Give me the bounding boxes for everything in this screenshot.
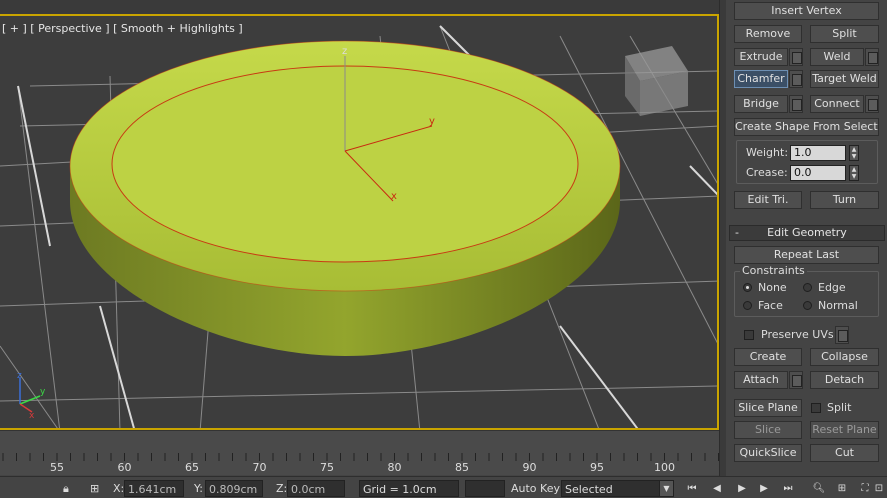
remove-button[interactable]: Remove bbox=[734, 25, 802, 43]
viewport-label[interactable]: [ + ] [ Perspective ] [ Smooth + Highlig… bbox=[2, 22, 243, 35]
next-frame-icon[interactable]: ▶︎ bbox=[755, 480, 773, 497]
grid-size-display: Grid = 1.0cm bbox=[359, 480, 459, 497]
viewport-scene: z y x z y x bbox=[0, 25, 717, 428]
z-coordinate-field[interactable]: 0.0cm bbox=[287, 480, 345, 497]
perspective-viewport[interactable]: z y x z y x [ + ] [ Perspective ] [ Smoo… bbox=[0, 14, 719, 430]
timeline-ruler[interactable]: 55 60 65 70 75 80 85 90 95 100 bbox=[0, 430, 719, 475]
detach-button[interactable]: Detach bbox=[810, 371, 879, 389]
ruler-tick-label: 60 bbox=[117, 461, 132, 474]
insert-vertex-button[interactable]: Insert Vertex bbox=[734, 2, 879, 20]
constraints-label: Constraints bbox=[740, 264, 807, 277]
zoom-all-icon[interactable]: ⊞ bbox=[833, 480, 851, 497]
gizmo-y-label: y bbox=[429, 116, 435, 127]
weld-settings-icon[interactable] bbox=[865, 48, 879, 66]
key-icon[interactable] bbox=[465, 480, 505, 497]
play-icon[interactable]: ▶︎ bbox=[733, 480, 751, 497]
crease-spinner[interactable]: 0.0 bbox=[790, 165, 846, 181]
constraint-none-radio[interactable] bbox=[743, 283, 752, 292]
ruler-ticks bbox=[2, 453, 719, 461]
rollout-collapse-icon: - bbox=[735, 226, 739, 239]
chevron-down-icon: ▼ bbox=[659, 481, 673, 496]
attach-button[interactable]: Attach bbox=[734, 371, 788, 389]
slice-plane-button[interactable]: Slice Plane bbox=[734, 399, 802, 417]
constraint-face-label: Face bbox=[758, 299, 783, 312]
ruler-tick-label: 75 bbox=[320, 461, 334, 474]
axis-tripod-icon: z y x bbox=[17, 371, 46, 421]
auto-key-button[interactable]: Auto Key bbox=[511, 480, 560, 497]
bridge-settings-icon[interactable] bbox=[789, 95, 803, 113]
collapse-button[interactable]: Collapse bbox=[810, 348, 879, 366]
constraint-none-label: None bbox=[758, 281, 787, 294]
rollout-title: Edit Geometry bbox=[767, 226, 847, 239]
crease-spinner-arrows-icon[interactable]: ▲ ▼ bbox=[849, 165, 859, 181]
constraint-edge-label: Edge bbox=[818, 281, 846, 294]
turn-button[interactable]: Turn bbox=[810, 191, 879, 209]
zoom-icon[interactable]: 🔍︎ bbox=[810, 480, 828, 497]
chamfer-button[interactable]: Chamfer bbox=[734, 70, 788, 88]
absolute-mode-icon[interactable]: ⊞ bbox=[90, 480, 99, 497]
quickslice-button[interactable]: QuickSlice bbox=[734, 444, 802, 462]
slice-button[interactable]: Slice bbox=[734, 421, 802, 439]
x-coordinate-field[interactable]: 1.641cm bbox=[124, 480, 184, 497]
connect-settings-icon[interactable] bbox=[865, 95, 879, 113]
ruler-tick-label: 95 bbox=[590, 461, 604, 474]
command-panel: Insert Vertex Remove Split Extrude Weld … bbox=[726, 0, 887, 476]
ruler-tick-label: 90 bbox=[522, 461, 537, 474]
create-button[interactable]: Create bbox=[734, 348, 802, 366]
weld-button[interactable]: Weld bbox=[810, 48, 864, 66]
edit-geometry-rollout[interactable]: - Edit Geometry bbox=[729, 225, 885, 241]
ruler-tick-label: 80 bbox=[387, 461, 402, 474]
split-label: Split bbox=[827, 401, 852, 414]
constraint-face-radio[interactable] bbox=[743, 301, 752, 310]
preserve-uvs-settings-icon[interactable] bbox=[835, 326, 849, 344]
status-bar: 🔒︎ ⊞ X: 1.641cm Y: 0.809cm Z: 0.0cm Grid… bbox=[0, 476, 887, 498]
constraint-edge-radio[interactable] bbox=[803, 283, 812, 292]
x-label: X: bbox=[113, 482, 125, 495]
chamfer-settings-icon[interactable] bbox=[789, 70, 803, 88]
ruler-tick-label: 55 bbox=[50, 461, 64, 474]
attach-settings-icon[interactable] bbox=[789, 371, 803, 389]
weight-spinner[interactable]: 1.0 bbox=[790, 145, 846, 161]
target-weld-button[interactable]: Target Weld bbox=[810, 70, 879, 88]
reset-plane-button[interactable]: Reset Plane bbox=[810, 421, 879, 439]
svg-text:y: y bbox=[40, 387, 46, 397]
ruler-tick-label: 65 bbox=[185, 461, 199, 474]
svg-text:x: x bbox=[29, 411, 35, 421]
ruler-tick-label: 85 bbox=[455, 461, 469, 474]
svg-text:z: z bbox=[17, 371, 22, 381]
constraint-normal-label: Normal bbox=[818, 299, 858, 312]
preserve-uvs-checkbox[interactable] bbox=[744, 330, 754, 340]
lock-icon[interactable]: 🔒︎ bbox=[63, 480, 69, 497]
repeat-last-button[interactable]: Repeat Last bbox=[734, 246, 879, 264]
weight-label: Weight: bbox=[746, 146, 789, 159]
constraint-normal-radio[interactable] bbox=[803, 301, 812, 310]
ruler-tick-label: 100 bbox=[654, 461, 675, 474]
create-shape-button[interactable]: Create Shape From Selection bbox=[734, 118, 879, 136]
z-label: Z: bbox=[276, 482, 288, 495]
split-button[interactable]: Split bbox=[810, 25, 879, 43]
extrude-button[interactable]: Extrude bbox=[734, 48, 788, 66]
extrude-settings-icon[interactable] bbox=[789, 48, 803, 66]
panel-scrollbar[interactable] bbox=[719, 0, 726, 476]
weight-spinner-arrows-icon[interactable]: ▲ ▼ bbox=[849, 145, 859, 161]
split-checkbox[interactable] bbox=[811, 403, 821, 413]
gizmo-x-label: x bbox=[391, 191, 397, 202]
bridge-button[interactable]: Bridge bbox=[734, 95, 788, 113]
selected-dropdown[interactable]: Selected ▼ bbox=[561, 480, 674, 497]
go-to-end-icon[interactable]: ⏭ bbox=[779, 480, 797, 497]
crease-label: Crease: bbox=[746, 166, 788, 179]
previous-frame-icon[interactable]: ◀︎ bbox=[708, 480, 726, 497]
gizmo-z-label: z bbox=[342, 46, 347, 57]
edit-tri-button[interactable]: Edit Tri. bbox=[734, 191, 802, 209]
ruler-tick-label: 70 bbox=[252, 461, 267, 474]
field-of-view-icon[interactable]: ⊡ bbox=[870, 480, 887, 497]
cut-button[interactable]: Cut bbox=[810, 444, 879, 462]
y-coordinate-field[interactable]: 0.809cm bbox=[205, 480, 263, 497]
viewport-top-strip bbox=[0, 0, 719, 14]
y-label: Y: bbox=[194, 482, 203, 495]
viewcube[interactable] bbox=[625, 46, 688, 116]
go-to-start-icon[interactable]: ⏮ bbox=[683, 480, 701, 497]
connect-button[interactable]: Connect bbox=[810, 95, 864, 113]
preserve-uvs-label: Preserve UVs bbox=[761, 328, 834, 341]
